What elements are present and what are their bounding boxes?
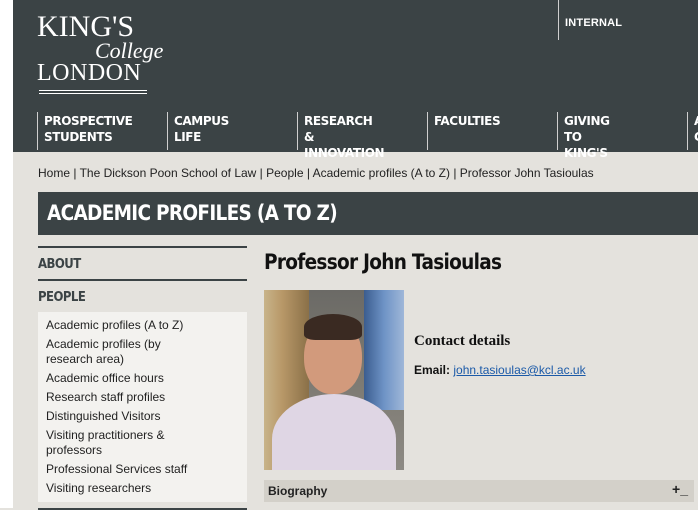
- contact-details-heading: Contact details: [414, 333, 511, 349]
- page-left-margin: [0, 0, 13, 508]
- biography-accordion[interactable]: Biography +_: [264, 480, 694, 502]
- email-link[interactable]: john.tasioulas@kcl.ac.uk: [453, 363, 585, 377]
- nav-item-faculties[interactable]: FACULTIES: [427, 112, 501, 150]
- page-title-bar: ACADEMIC PROFILES (A TO Z): [38, 192, 698, 235]
- nav-label: CAMPUS LIFE: [174, 114, 229, 144]
- nav-item-campus-life[interactable]: CAMPUS LIFE: [167, 112, 229, 150]
- biography-label: Biography: [268, 484, 328, 498]
- sidebar-item-people[interactable]: PEOPLE: [38, 281, 226, 312]
- sidebar-item-academic-profiles-research-area[interactable]: Academic profiles (by research area): [46, 337, 176, 367]
- logo-rule: [39, 90, 147, 91]
- nav-label: A C: [694, 113, 698, 145]
- photo-background-books: [364, 290, 404, 410]
- sidebar-item-distinguished-visitors[interactable]: Distinguished Visitors: [46, 409, 247, 424]
- sidebar-item-academic-profiles-a-z[interactable]: Academic profiles (A to Z): [46, 318, 247, 333]
- internal-label: INTERNAL: [565, 17, 623, 29]
- profile-photo: [264, 290, 404, 470]
- nav-label: RESEARCH & INNOVATION: [304, 114, 385, 160]
- profile-name: Professor John Tasioulas: [264, 250, 502, 274]
- logo-rule: [39, 93, 147, 94]
- sidebar: ABOUT PEOPLE Academic profiles (A to Z) …: [38, 246, 247, 510]
- sidebar-item-about[interactable]: ABOUT: [38, 248, 226, 279]
- sidebar-item-visiting-researchers[interactable]: Visiting researchers: [46, 481, 247, 496]
- nav-item-research-innovation[interactable]: RESEARCH & INNOVATION: [297, 112, 385, 160]
- logo-line-2: College: [95, 38, 164, 63]
- kings-college-logo[interactable]: KING'S College LONDON: [37, 12, 164, 94]
- page-title: ACADEMIC PROFILES (A TO Z): [47, 201, 338, 225]
- sidebar-item-professional-services[interactable]: Professional Services staff: [46, 462, 247, 477]
- sidebar-people-list: Academic profiles (A to Z) Academic prof…: [38, 312, 247, 502]
- nav-label: GIVING TO KING'S: [564, 114, 610, 160]
- contact-email: Email: john.tasioulas@kcl.ac.uk: [414, 363, 586, 377]
- nav-item-prospective-students[interactable]: PROSPECTIVE STUDENTS: [37, 112, 133, 150]
- sidebar-item-visiting-practitioners[interactable]: Visiting practitioners & professors: [46, 428, 176, 458]
- nav-label: FACULTIES: [434, 114, 501, 128]
- email-label: Email:: [414, 363, 451, 377]
- internal-link[interactable]: INTERNAL: [558, 0, 622, 40]
- nav-item-partial[interactable]: A C: [687, 112, 698, 150]
- nav-item-giving-to-kings[interactable]: GIVING TO KING'S: [557, 112, 610, 160]
- sidebar-item-office-hours[interactable]: Academic office hours: [46, 371, 247, 386]
- logo-line-3: LONDON: [37, 60, 142, 86]
- site-header: KING'S College LONDON INTERNAL PROSPECTI…: [13, 0, 698, 160]
- breadcrumb[interactable]: Home | The Dickson Poon School of Law | …: [38, 166, 594, 180]
- expand-toggle-icon[interactable]: +_: [672, 481, 688, 497]
- nav-label: PROSPECTIVE STUDENTS: [44, 114, 133, 144]
- photo-hair: [304, 314, 362, 340]
- sidebar-item-research-staff[interactable]: Research staff profiles: [46, 390, 247, 405]
